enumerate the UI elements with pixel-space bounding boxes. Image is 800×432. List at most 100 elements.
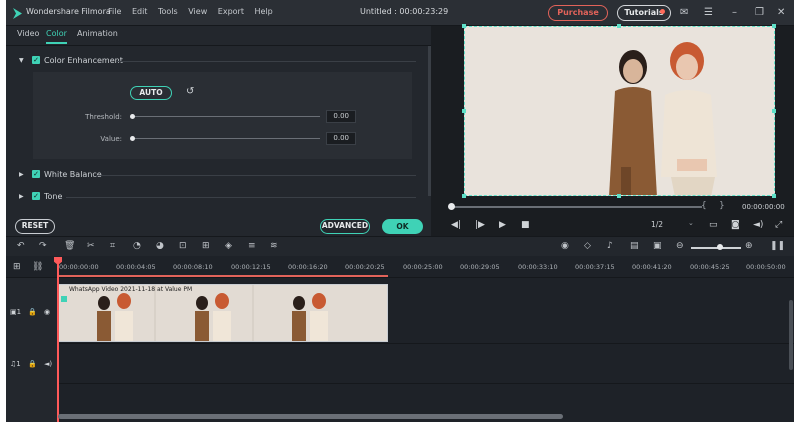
undo-reset-icon[interactable]: ↺ <box>186 86 194 97</box>
render-icon[interactable]: ◉ <box>561 241 569 252</box>
timeline-vertical-scrollbar[interactable] <box>789 300 793 370</box>
menu-edit[interactable]: Edit <box>132 7 148 16</box>
tone-header[interactable]: ▶ ✓ Tone <box>6 190 426 204</box>
cut-icon[interactable]: ✂ <box>87 241 95 252</box>
color-enhancement-checkbox[interactable]: ✓ <box>32 56 40 64</box>
ok-button[interactable]: OK <box>382 219 423 234</box>
snapshot-timeline-icon[interactable]: ▣ <box>653 241 662 252</box>
delete-icon[interactable]: 🗑 <box>64 241 75 252</box>
redo-icon[interactable]: ↷ <box>39 241 47 252</box>
color-enhancement-label: Color Enhancement <box>44 56 123 65</box>
resize-handle[interactable] <box>617 194 621 198</box>
resize-handle[interactable] <box>772 24 776 28</box>
zoom-slider-knob[interactable] <box>717 244 723 250</box>
voiceover-icon[interactable]: ▤ <box>630 241 639 252</box>
microphone-icon[interactable]: ♪ <box>607 241 613 252</box>
video-track-header: ▣1 🔒 ◉ <box>6 278 58 344</box>
playhead[interactable] <box>57 260 59 422</box>
restore-icon[interactable]: ❐ <box>755 7 764 19</box>
expand-arrow-icon[interactable]: ▶ <box>19 193 24 200</box>
mail-icon[interactable]: ✉ <box>680 7 688 19</box>
play-frame-icon[interactable]: |▶ <box>475 220 485 230</box>
zoom-slider[interactable] <box>691 247 741 249</box>
video-clip[interactable]: WhatsApp Video 2021-11-18 at Value PM <box>58 284 388 342</box>
preview-quality[interactable]: 1/2 <box>651 220 663 229</box>
resize-handle[interactable] <box>462 109 466 113</box>
playback-scrubber[interactable] <box>452 206 702 208</box>
value-slider-knob[interactable] <box>130 136 135 141</box>
speed-icon[interactable]: ◔ <box>133 241 141 252</box>
volume-icon[interactable]: ◄) <box>753 220 763 230</box>
zoom-in-icon[interactable]: ⊕ <box>745 241 753 252</box>
playback-time: 00:00:00:00 <box>742 203 785 211</box>
close-icon[interactable]: ✕ <box>777 7 785 19</box>
tab-animation[interactable]: Animation <box>77 29 118 38</box>
tutorials-button[interactable]: Tutorials <box>617 5 671 21</box>
video-track-icon: ▣1 <box>10 308 22 316</box>
timeline-ruler[interactable]: ⊞ ⛓ 00:00:00:00 00:00:04:05 00:00:08:10 … <box>6 256 794 278</box>
lock-icon[interactable]: 🔒 <box>28 308 37 316</box>
snapshot-icon[interactable]: ◙ <box>731 220 740 230</box>
purchase-button[interactable]: Purchase <box>548 5 608 21</box>
resize-handle[interactable] <box>772 109 776 113</box>
tab-color[interactable]: Color <box>46 29 67 38</box>
freeze-icon[interactable]: ⊞ <box>202 241 210 252</box>
add-track-icon[interactable]: ⊞ <box>13 262 21 273</box>
resize-handle[interactable] <box>462 24 466 28</box>
value-value[interactable]: 0.00 <box>326 132 356 145</box>
mark-out-icon[interactable]: } <box>719 201 725 211</box>
minimize-icon[interactable]: – <box>732 7 737 19</box>
scrubber-knob[interactable] <box>448 203 455 210</box>
mark-in-icon[interactable]: { <box>701 201 707 211</box>
white-balance-checkbox[interactable]: ✓ <box>32 170 40 178</box>
audio-wave-icon[interactable]: ≋ <box>270 241 278 252</box>
lock-icon[interactable]: 🔒 <box>28 360 37 368</box>
advanced-button[interactable]: ADVANCED <box>320 219 370 234</box>
green-screen-icon[interactable]: ⊡ <box>179 241 187 252</box>
link-icon[interactable]: ⛓ <box>32 262 43 273</box>
tab-video[interactable]: Video <box>17 29 39 38</box>
reset-button[interactable]: RESET <box>15 219 55 234</box>
collapse-arrow-icon[interactable]: ▼ <box>19 57 24 64</box>
keyframe-icon[interactable]: ◈ <box>225 241 232 252</box>
menu-export[interactable]: Export <box>218 7 244 16</box>
audio-track[interactable] <box>58 344 794 384</box>
document-title: Untitled : 00:00:23:29 <box>360 7 449 16</box>
undo-icon[interactable]: ↶ <box>17 241 25 252</box>
menu-list-icon[interactable]: ☰ <box>704 7 713 19</box>
expand-arrow-icon[interactable]: ▶ <box>19 171 24 178</box>
shield-icon[interactable]: ◇ <box>584 241 591 252</box>
adjust-icon[interactable]: ≡ <box>248 241 256 252</box>
menu-help[interactable]: Help <box>255 7 273 16</box>
video-preview[interactable] <box>464 26 775 196</box>
threshold-slider[interactable] <box>132 116 320 117</box>
tone-checkbox[interactable]: ✓ <box>32 192 40 200</box>
crop-icon[interactable]: ⌗ <box>110 241 115 252</box>
play-icon[interactable]: ▶ <box>499 220 506 230</box>
auto-button[interactable]: AUTO <box>130 86 172 100</box>
ruler-time: 00:00:20:25 <box>345 263 385 271</box>
resize-handle[interactable] <box>772 194 776 198</box>
menu-file[interactable]: File <box>108 7 121 16</box>
speaker-icon[interactable]: ◄) <box>44 360 52 368</box>
menu-tools[interactable]: Tools <box>158 7 178 16</box>
threshold-value[interactable]: 0.00 <box>326 110 356 123</box>
pause-icon[interactable]: ❚❚ <box>770 241 785 252</box>
value-slider[interactable] <box>132 138 320 139</box>
quality-dropdown-icon[interactable]: ⌄ <box>688 219 694 227</box>
color-icon[interactable]: ◕ <box>156 241 164 252</box>
fullscreen-icon[interactable]: ⤢ <box>775 220 782 230</box>
step-back-icon[interactable]: ◀| <box>451 220 461 230</box>
white-balance-header[interactable]: ▶ ✓ White Balance <box>6 168 426 182</box>
display-icon[interactable]: ▭ <box>709 220 718 230</box>
resize-handle[interactable] <box>462 194 466 198</box>
ruler-time: 00:00:08:10 <box>173 263 213 271</box>
timeline-horizontal-scrollbar[interactable] <box>58 414 563 419</box>
menu-view[interactable]: View <box>188 7 207 16</box>
color-enhancement-header[interactable]: ▼ ✓ Color Enhancement <box>6 54 426 68</box>
stop-icon[interactable]: ■ <box>521 220 530 230</box>
zoom-out-icon[interactable]: ⊖ <box>676 241 684 252</box>
threshold-slider-knob[interactable] <box>130 114 135 119</box>
resize-handle[interactable] <box>617 24 621 28</box>
eye-icon[interactable]: ◉ <box>44 308 50 316</box>
